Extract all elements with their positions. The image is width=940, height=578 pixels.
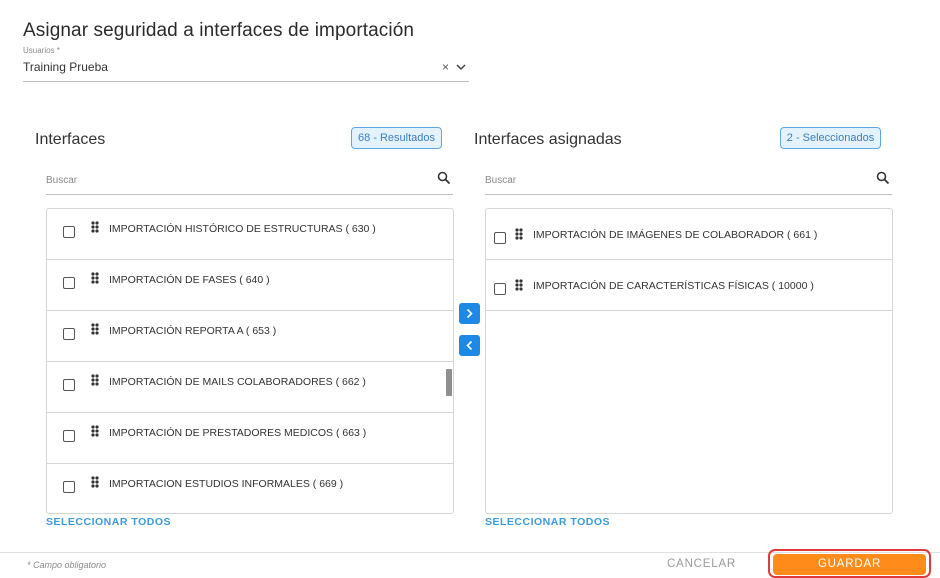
drag-handle-icon[interactable] <box>515 279 523 291</box>
chevron-right-icon <box>466 308 473 319</box>
move-right-button[interactable] <box>459 303 480 324</box>
item-checkbox[interactable] <box>63 277 75 289</box>
list-item[interactable]: IMPORTACION ESTUDIOS INFORMALES ( 669 ) <box>47 464 453 513</box>
item-checkbox[interactable] <box>63 226 75 238</box>
item-label: IMPORTACIÓN DE FASES ( 640 ) <box>109 274 270 286</box>
item-checkbox[interactable] <box>63 328 75 340</box>
drag-handle-icon[interactable] <box>91 476 99 488</box>
available-interfaces-list: IMPORTACIÓN HISTÓRICO DE ESTRUCTURAS ( 6… <box>46 208 454 514</box>
item-checkbox[interactable] <box>63 379 75 391</box>
chevron-down-icon[interactable] <box>455 61 467 73</box>
drag-handle-icon[interactable] <box>91 221 99 233</box>
interfaces-title: Interfaces <box>35 131 106 148</box>
chevron-left-icon <box>466 340 473 351</box>
item-checkbox[interactable] <box>494 232 506 244</box>
clear-icon[interactable]: × <box>442 61 449 73</box>
item-checkbox[interactable] <box>494 283 506 295</box>
item-label: IMPORTACIÓN DE PRESTADORES MEDICOS ( 663… <box>109 427 367 439</box>
search-icon[interactable] <box>876 171 890 185</box>
list-item[interactable]: IMPORTACIÓN DE CARACTERÍSTICAS FÍSICAS (… <box>486 260 892 311</box>
item-label: IMPORTACIÓN HISTÓRICO DE ESTRUCTURAS ( 6… <box>109 223 376 235</box>
item-label: IMPORTACIÓN DE CARACTERÍSTICAS FÍSICAS (… <box>533 280 814 292</box>
list-item[interactable]: IMPORTACIÓN DE IMÁGENES DE COLABORADOR (… <box>486 209 892 260</box>
interfaces-search[interactable] <box>46 171 453 195</box>
list-item[interactable]: IMPORTACIÓN REPORTA A ( 653 ) <box>47 311 453 362</box>
page-title: Asignar seguridad a interfaces de import… <box>23 20 415 41</box>
item-label: IMPORTACIÓN DE MAILS COLABORADORES ( 662… <box>109 376 366 388</box>
cancel-button[interactable]: CANCELAR <box>667 558 736 570</box>
item-label: IMPORTACIÓN DE IMÁGENES DE COLABORADOR (… <box>533 229 818 241</box>
drag-handle-icon[interactable] <box>91 374 99 386</box>
item-label: IMPORTACION ESTUDIOS INFORMALES ( 669 ) <box>109 478 344 490</box>
assigned-search-input[interactable] <box>485 175 831 186</box>
move-left-button[interactable] <box>459 335 480 356</box>
list-item[interactable]: IMPORTACIÓN DE PRESTADORES MEDICOS ( 663… <box>47 413 453 464</box>
users-field-label: Usuarios * <box>23 46 60 55</box>
drag-handle-icon[interactable] <box>91 323 99 335</box>
assigned-interfaces-list: IMPORTACIÓN DE IMÁGENES DE COLABORADOR (… <box>485 208 893 514</box>
assigned-interfaces-title: Interfaces asignadas <box>474 131 622 148</box>
search-icon[interactable] <box>437 171 451 185</box>
drag-handle-icon[interactable] <box>91 425 99 437</box>
item-checkbox[interactable] <box>63 430 75 442</box>
select-all-assigned-link[interactable]: SELECCIONAR TODOS <box>485 516 610 528</box>
assigned-search[interactable] <box>485 171 892 195</box>
list-scrollbar-thumb[interactable] <box>446 369 452 396</box>
select-all-available-link[interactable]: SELECCIONAR TODOS <box>46 516 171 528</box>
required-field-note: * Campo obligatorio <box>27 560 107 570</box>
drag-handle-icon[interactable] <box>515 228 523 240</box>
users-field-value: Training Prueba <box>23 60 108 74</box>
list-item[interactable]: IMPORTACIÓN DE FASES ( 640 ) <box>47 260 453 311</box>
users-select[interactable]: Usuarios * Training Prueba × <box>23 46 469 82</box>
selected-badge: 2 - Seleccionados <box>780 127 881 149</box>
drag-handle-icon[interactable] <box>91 272 99 284</box>
interfaces-search-input[interactable] <box>46 175 392 186</box>
results-badge: 68 - Resultados <box>351 127 442 149</box>
item-label: IMPORTACIÓN REPORTA A ( 653 ) <box>109 325 277 337</box>
list-item[interactable]: IMPORTACIÓN HISTÓRICO DE ESTRUCTURAS ( 6… <box>47 209 453 260</box>
list-item[interactable]: IMPORTACIÓN DE MAILS COLABORADORES ( 662… <box>47 362 453 413</box>
save-button[interactable]: GUARDAR <box>773 554 926 575</box>
item-checkbox[interactable] <box>63 481 75 493</box>
